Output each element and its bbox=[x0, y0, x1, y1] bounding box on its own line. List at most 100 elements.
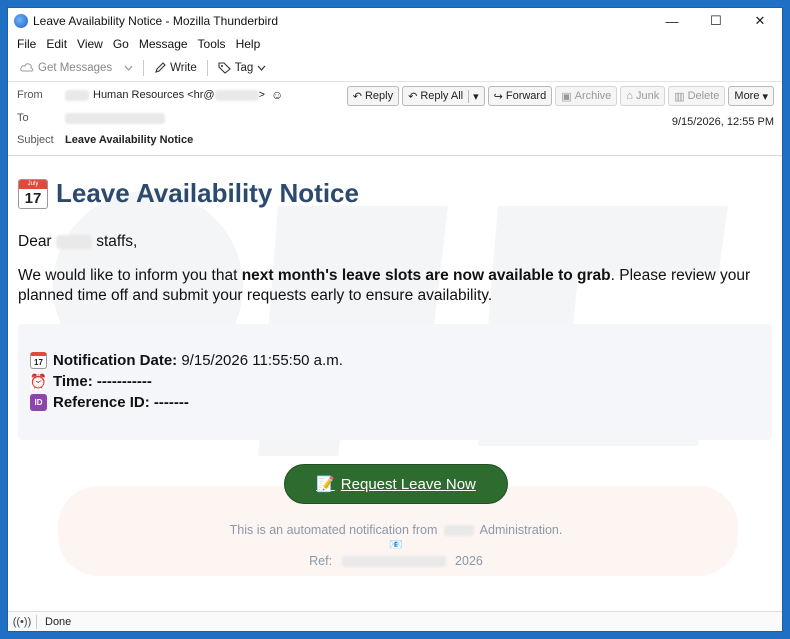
close-button[interactable]: ✕ bbox=[738, 8, 782, 34]
forward-label: Forward bbox=[505, 90, 547, 102]
greeting: Dear staffs, bbox=[18, 232, 137, 252]
from-name[interactable]: Human Resources <hr@ bbox=[93, 89, 215, 101]
redacted-text bbox=[65, 89, 89, 101]
to-label: To bbox=[17, 112, 29, 124]
reply-all-icon: ↶ bbox=[408, 90, 418, 103]
footer-text-start: This is an automated notification from bbox=[229, 523, 438, 537]
time-value: ----------- bbox=[96, 373, 152, 390]
redacted-text bbox=[65, 112, 165, 124]
tag-icon bbox=[218, 61, 231, 74]
notice-heading: July 17 Leave Availability Notice bbox=[18, 178, 359, 209]
message-actions: ↶ Reply ↶ Reply All ▾ ↪ Forward ▣ Archive ⌂ Ju… bbox=[346, 86, 774, 106]
toolbar-divider bbox=[143, 59, 145, 76]
greeting-dear: Dear bbox=[18, 233, 52, 250]
tag-label: Tag bbox=[234, 61, 254, 74]
subject-row: Subject Leave Availability Notice bbox=[17, 134, 193, 146]
menu-help[interactable]: Help bbox=[231, 37, 266, 51]
message-body: July 17 Leave Availability Notice Dear s… bbox=[8, 156, 782, 612]
time-label: Time: bbox=[53, 373, 93, 390]
more-button[interactable]: More ▾ bbox=[728, 86, 774, 106]
redacted-text bbox=[341, 556, 446, 568]
minimize-button[interactable]: — bbox=[650, 8, 694, 34]
redacted-text bbox=[443, 525, 474, 537]
get-messages-label: Get Messages bbox=[38, 61, 113, 74]
reference-value: ------- bbox=[153, 394, 189, 411]
memo-icon: 📝 bbox=[316, 476, 335, 493]
window-title: Leave Availability Notice - Mozilla Thun… bbox=[33, 14, 279, 28]
cloud-download-icon bbox=[20, 62, 34, 71]
ref-year: 2026 bbox=[455, 554, 483, 568]
thunderbird-icon bbox=[14, 14, 28, 28]
archive-label: Archive bbox=[574, 90, 612, 102]
toolbar-divider bbox=[206, 59, 208, 76]
notification-date-label: Notification Date: bbox=[53, 352, 178, 369]
connection-icon: ((•)) bbox=[12, 615, 32, 628]
redacted-text bbox=[55, 234, 92, 249]
main-toolbar: Get Messages Write Tag bbox=[8, 54, 782, 82]
notification-date-row: 17 Notification Date: 9/15/2026 11:55:50… bbox=[30, 352, 343, 369]
notification-date-value: 9/15/2026 11:55:50 a.m. bbox=[181, 352, 343, 369]
more-label: More bbox=[734, 90, 760, 102]
reply-all-button[interactable]: ↶ Reply All ▾ bbox=[402, 86, 485, 106]
status-bar: ((•)) Done bbox=[8, 611, 782, 631]
delete-label: Delete bbox=[687, 90, 720, 102]
contact-icon[interactable]: ☺ bbox=[271, 88, 283, 102]
forward-icon: ↪ bbox=[493, 90, 503, 103]
tag-button[interactable]: Tag bbox=[212, 60, 273, 76]
junk-button[interactable]: ⌂ Junk bbox=[620, 86, 666, 106]
status-divider bbox=[36, 614, 37, 629]
notification-details: 17 Notification Date: 9/15/2026 11:55:50… bbox=[18, 324, 772, 440]
menu-tools[interactable]: Tools bbox=[193, 37, 231, 51]
subject-value: Leave Availability Notice bbox=[65, 134, 194, 146]
chevron-down-icon[interactable]: ▾ bbox=[468, 89, 479, 103]
trash-icon: ▥ bbox=[674, 90, 685, 103]
menu-view[interactable]: View bbox=[72, 37, 108, 51]
reply-button[interactable]: ↶ Reply bbox=[346, 86, 400, 106]
write-label: Write bbox=[170, 61, 197, 74]
forward-button[interactable]: ↪ Forward bbox=[487, 86, 553, 106]
alarm-clock-icon: ⏰ bbox=[29, 373, 48, 390]
request-leave-button[interactable]: 📝 Request Leave Now bbox=[284, 464, 508, 504]
subject-label: Subject bbox=[17, 134, 54, 146]
junk-label: Junk bbox=[635, 90, 660, 102]
archive-button[interactable]: ▣ Archive bbox=[555, 86, 618, 106]
get-messages-button[interactable]: Get Messages bbox=[14, 60, 118, 76]
footer-notice: This is an automated notification from A… bbox=[8, 523, 782, 537]
title-bar: Leave Availability Notice - Mozilla Thun… bbox=[8, 8, 782, 34]
archive-icon: ▣ bbox=[561, 90, 572, 103]
footer-text-end: Administration. bbox=[479, 523, 563, 537]
intro-paragraph: We would like to inform you that next mo… bbox=[18, 266, 778, 306]
menu-message[interactable]: Message bbox=[134, 37, 193, 51]
email-icon: 📧 bbox=[389, 539, 403, 551]
menu-edit[interactable]: Edit bbox=[41, 37, 72, 51]
request-leave-label: Request Leave Now bbox=[340, 475, 476, 493]
reply-label: Reply bbox=[364, 90, 394, 102]
chevron-down-icon: ▾ bbox=[762, 90, 768, 103]
redacted-text bbox=[214, 89, 259, 101]
write-button[interactable]: Write bbox=[148, 60, 203, 76]
from-row: From Human Resources <hr@ > ☺ bbox=[17, 88, 283, 102]
ref-label: Ref: bbox=[309, 554, 333, 568]
calendar-month: July bbox=[19, 179, 47, 189]
menu-bar: File Edit View Go Message Tools Help bbox=[8, 34, 782, 54]
calendar-icon: 17 bbox=[30, 352, 47, 369]
chevron-down-icon bbox=[124, 65, 133, 71]
menu-go[interactable]: Go bbox=[108, 37, 134, 51]
time-row: ⏰ Time: ----------- bbox=[30, 373, 152, 390]
to-row: To bbox=[17, 112, 165, 124]
thunderbird-window: Leave Availability Notice - Mozilla Thun… bbox=[7, 7, 783, 632]
delete-button[interactable]: ▥ Delete bbox=[668, 86, 726, 106]
id-icon: ID bbox=[30, 394, 47, 411]
greeting-staffs: staffs, bbox=[96, 233, 138, 250]
pencil-icon bbox=[155, 61, 166, 73]
intro-text-start: We would like to inform you that bbox=[18, 267, 242, 284]
maximize-button[interactable]: ☐ bbox=[694, 8, 738, 34]
message-header: From Human Resources <hr@ > ☺ ↶ Reply ↶ Re… bbox=[8, 82, 782, 156]
chevron-down-icon bbox=[257, 65, 266, 71]
message-date: 9/15/2026, 12:55 PM bbox=[671, 116, 774, 128]
reply-icon: ↶ bbox=[352, 90, 362, 103]
menu-file[interactable]: File bbox=[12, 37, 41, 51]
footer-ref: Ref: 2026 bbox=[8, 554, 782, 568]
get-messages-dropdown[interactable] bbox=[118, 63, 139, 73]
from-label: From bbox=[17, 89, 43, 101]
